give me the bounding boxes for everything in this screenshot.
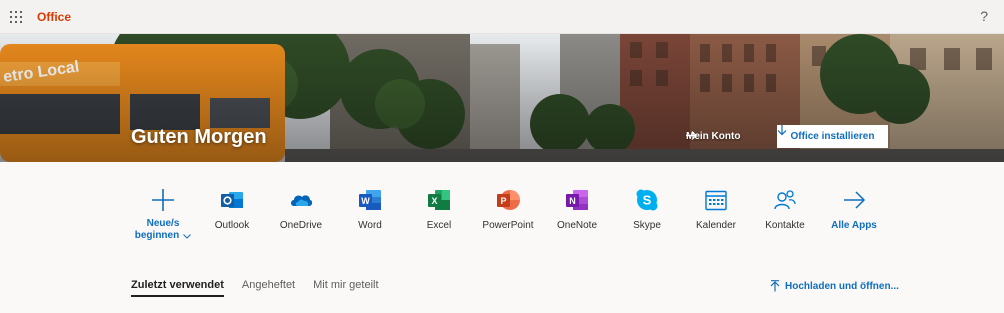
- help-icon[interactable]: ?: [980, 8, 988, 24]
- app-label: Kontakte: [765, 220, 805, 231]
- new-document-label: Neue/s beginnen: [134, 218, 192, 242]
- contacts-icon: [773, 188, 797, 212]
- svg-text:X: X: [431, 196, 437, 206]
- app-powerpoint[interactable]: P PowerPoint: [473, 188, 543, 232]
- chevron-down-icon: [183, 233, 192, 239]
- document-tabs: Zuletzt verwendet Angeheftet Mit mir get…: [131, 279, 397, 297]
- my-account-link[interactable]: Mein Konto: [686, 131, 740, 142]
- outlook-icon: [220, 188, 244, 212]
- app-all-apps[interactable]: Alle Apps: [819, 188, 889, 232]
- app-label: Excel: [426, 220, 452, 231]
- upload-and-open-button[interactable]: Hochladen und öffnen...: [770, 280, 899, 292]
- hero-banner: etro Local Guten Morgen Mein Konto Offic…: [0, 34, 1004, 162]
- powerpoint-icon: P: [496, 188, 520, 212]
- app-label: Outlook: [214, 220, 250, 231]
- svg-text:P: P: [500, 196, 506, 206]
- app-word[interactable]: W Word: [335, 188, 405, 232]
- svg-text:N: N: [569, 196, 576, 206]
- calendar-icon: [704, 188, 728, 212]
- upload-label: Hochladen und öffnen...: [785, 280, 899, 292]
- app-contacts[interactable]: Kontakte: [750, 188, 820, 232]
- upload-icon: [770, 280, 780, 292]
- app-launcher-row: Neue/s beginnen Outlook OneDrive W Word …: [0, 162, 1004, 252]
- skype-icon: S: [635, 188, 659, 212]
- app-excel[interactable]: X Excel: [404, 188, 474, 232]
- excel-icon: X: [427, 188, 451, 212]
- app-onenote[interactable]: N OneNote: [542, 188, 612, 232]
- onedrive-icon: [289, 188, 313, 212]
- app-skype[interactable]: S Skype: [612, 188, 682, 232]
- new-document-label-line1: Neue/s: [146, 218, 180, 229]
- new-document-button[interactable]: Neue/s beginnen: [128, 188, 198, 242]
- app-label: PowerPoint: [482, 220, 534, 231]
- app-calendar[interactable]: Kalender: [681, 188, 751, 232]
- tab-recent[interactable]: Zuletzt verwendet: [131, 279, 224, 297]
- app-launcher-icon[interactable]: [10, 11, 22, 23]
- app-label: OneNote: [556, 220, 598, 231]
- app-label: Skype: [633, 220, 661, 231]
- new-document-label-line2: beginnen: [134, 230, 180, 241]
- svg-text:W: W: [361, 196, 370, 206]
- svg-text:S: S: [643, 193, 652, 208]
- tab-shared-with-me[interactable]: Mit mir geteilt: [313, 279, 378, 297]
- office-brand-link[interactable]: Office: [37, 10, 71, 24]
- install-office-label: Office installieren: [790, 131, 875, 142]
- app-label: Word: [358, 220, 382, 231]
- arrow-right-icon: [686, 131, 697, 140]
- greeting-heading: Guten Morgen: [131, 126, 267, 148]
- download-icon: [777, 125, 787, 136]
- app-label: Kalender: [695, 220, 737, 231]
- top-bar: Office ?: [0, 0, 1004, 34]
- plus-icon: [151, 188, 175, 212]
- app-label: OneDrive: [279, 220, 323, 231]
- onenote-icon: N: [565, 188, 589, 212]
- install-office-button[interactable]: Office installieren: [777, 125, 888, 148]
- app-label: Alle Apps: [831, 220, 877, 231]
- app-outlook[interactable]: Outlook: [197, 188, 267, 232]
- arrow-right-icon: [842, 188, 866, 212]
- app-onedrive[interactable]: OneDrive: [266, 188, 336, 232]
- word-icon: W: [358, 188, 382, 212]
- tab-pinned[interactable]: Angeheftet: [242, 279, 295, 297]
